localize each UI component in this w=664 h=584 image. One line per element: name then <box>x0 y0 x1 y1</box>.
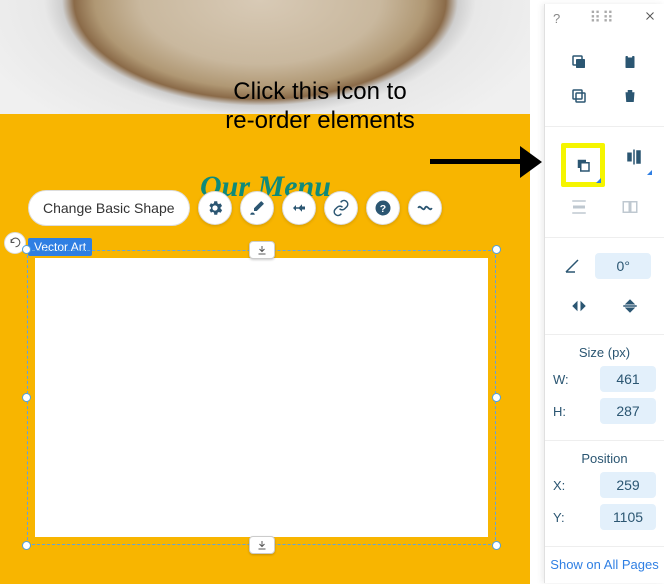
height-input[interactable]: 287 <box>600 398 656 424</box>
vector-art-shape <box>35 258 488 537</box>
position-title: Position <box>553 451 656 466</box>
gear-icon <box>206 199 224 217</box>
download-icon <box>256 539 268 551</box>
help-button[interactable]: ? <box>366 191 400 225</box>
rotation-input[interactable]: 0° <box>595 253 651 279</box>
width-input[interactable]: 461 <box>600 366 656 392</box>
close-icon <box>644 10 656 22</box>
size-title: Size (px) <box>553 345 656 360</box>
annotation-text: Click this icon to re-order elements <box>150 78 490 136</box>
arrange-highlight <box>561 143 605 187</box>
distribute-button <box>565 193 593 221</box>
resize-handle-mr[interactable] <box>492 393 501 402</box>
align-button[interactable] <box>620 143 648 171</box>
resize-handle-tr[interactable] <box>492 245 501 254</box>
match-size-button <box>616 193 644 221</box>
rotate-group: 0° <box>545 238 664 335</box>
angle-icon <box>563 257 581 275</box>
stretch-handle-bottom[interactable] <box>249 536 275 554</box>
panel-help-button[interactable]: ? <box>553 11 560 26</box>
size-group: Size (px) W: 461 H: 287 <box>545 335 664 441</box>
match-size-icon <box>621 198 639 216</box>
copy-button[interactable] <box>565 48 593 76</box>
stretch-button[interactable] <box>408 191 442 225</box>
design-settings-button[interactable] <box>198 191 232 225</box>
undo-icon <box>9 237 22 250</box>
delete-button[interactable] <box>616 82 644 110</box>
resize-handle-bl[interactable] <box>22 541 31 550</box>
arrange-layers-button[interactable] <box>569 151 597 179</box>
download-icon <box>256 244 268 256</box>
wave-icon <box>416 199 434 217</box>
align-icon <box>625 148 643 166</box>
svg-text:?: ? <box>379 203 385 215</box>
rotate-angle-icon <box>558 252 586 280</box>
show-on-all-pages-link[interactable]: Show on All Pages <box>545 547 664 572</box>
paste-button[interactable] <box>616 48 644 76</box>
trash-icon <box>621 87 639 105</box>
y-input[interactable]: 1105 <box>600 504 656 530</box>
panel-drag-handle[interactable]: ⠿⠿ <box>560 8 644 28</box>
panel-close-button[interactable] <box>644 9 656 27</box>
width-label: W: <box>553 372 575 387</box>
change-shape-button[interactable]: Change Basic Shape <box>28 190 190 226</box>
animations-button[interactable] <box>282 191 316 225</box>
arrange-group <box>545 127 664 238</box>
layers-icon <box>574 156 592 174</box>
clipboard-group <box>545 32 664 127</box>
x-label: X: <box>553 478 575 493</box>
selected-element[interactable] <box>27 250 496 545</box>
x-input[interactable]: 259 <box>600 472 656 498</box>
element-toolbar: Change Basic Shape ? <box>28 190 442 226</box>
copy-icon <box>570 53 588 71</box>
color-picker-button[interactable] <box>240 191 274 225</box>
resize-handle-ml[interactable] <box>22 393 31 402</box>
flip-h-icon <box>570 297 588 315</box>
height-label: H: <box>553 404 575 419</box>
link-icon <box>332 199 350 217</box>
position-group: Position X: 259 Y: 1105 <box>545 441 664 547</box>
animation-icon <box>290 199 308 217</box>
brush-icon <box>248 199 266 217</box>
distribute-icon <box>570 198 588 216</box>
y-label: Y: <box>553 510 575 525</box>
resize-handle-br[interactable] <box>492 541 501 550</box>
floating-properties-panel: ? ⠿⠿ 0° <box>544 4 664 583</box>
duplicate-icon <box>570 87 588 105</box>
duplicate-button[interactable] <box>565 82 593 110</box>
paste-icon <box>621 53 639 71</box>
flip-horizontal-button[interactable] <box>565 292 593 320</box>
flip-v-icon <box>621 297 639 315</box>
help-icon: ? <box>374 199 392 217</box>
canvas-area: Click this icon to re-order elements Our… <box>0 0 530 583</box>
stretch-handle-top[interactable] <box>249 241 275 259</box>
link-button[interactable] <box>324 191 358 225</box>
resize-handle-tl[interactable] <box>22 245 31 254</box>
flip-vertical-button[interactable] <box>616 292 644 320</box>
panel-titlebar: ? ⠿⠿ <box>545 4 664 32</box>
